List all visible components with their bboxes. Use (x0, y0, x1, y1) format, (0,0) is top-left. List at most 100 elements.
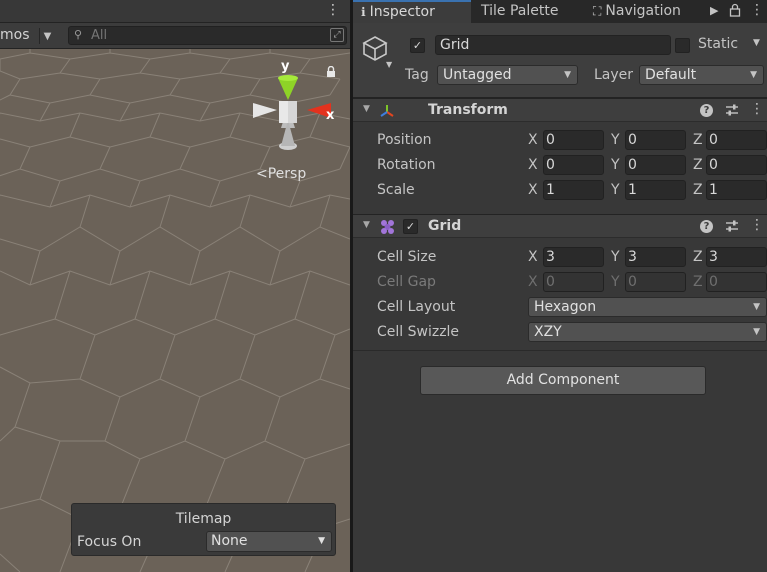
cell-size-z-field[interactable]: 3 (706, 247, 767, 267)
gizmos-dropdown-arrow-icon[interactable]: ▼ (39, 28, 55, 44)
tab-tile-palette[interactable]: Tile Palette (473, 0, 566, 23)
gameobject-header: ▼ ✓ Grid Static ▼ Tag Untagged ▼ Layer D… (353, 23, 767, 98)
cell-size-y-field[interactable]: 3 (625, 247, 686, 267)
position-z-field[interactable]: 0 (706, 130, 767, 150)
cell-swizzle-value: XZY (534, 324, 562, 340)
cell-gap-z-label: Z (693, 274, 703, 290)
help-icon[interactable]: ? (700, 220, 713, 233)
dropdown-arrow-icon: ▼ (753, 302, 760, 312)
position-z-label[interactable]: Z (693, 132, 703, 148)
scale-y-label[interactable]: Y (611, 182, 620, 198)
gizmos-button[interactable]: mos (0, 27, 30, 43)
rotation-y-label[interactable]: Y (611, 157, 620, 173)
scene-toolbar: ⋮ (0, 0, 350, 23)
cell-gap-x-label: X (528, 274, 538, 290)
cell-gap-x-field: 0 (543, 272, 604, 292)
scale-label: Scale (377, 182, 415, 198)
tab-inspector[interactable]: ℹ Inspector (353, 0, 471, 23)
rotation-label: Rotation (377, 157, 436, 173)
scale-z-field[interactable]: 1 (706, 180, 767, 200)
help-icon[interactable]: ? (700, 104, 713, 117)
scene-view[interactable]: ⋮ mos ▼ ⚲ ⤢ (0, 0, 350, 572)
y-axis-cone-icon (278, 78, 298, 100)
rotation-z-label[interactable]: Z (693, 157, 703, 173)
dropdown-arrow-icon: ▼ (753, 327, 760, 337)
position-label: Position (377, 132, 432, 148)
dropdown-arrow-icon: ▼ (318, 536, 325, 546)
more-tabs-icon[interactable]: ▶ (710, 4, 718, 17)
cell-gap-label: Cell Gap (377, 274, 436, 290)
position-x-field[interactable]: 0 (543, 130, 604, 150)
static-dropdown-arrow-icon[interactable]: ▼ (753, 38, 760, 48)
gameobject-name-field[interactable]: Grid (435, 35, 671, 55)
cell-layout-dropdown[interactable]: Hexagon ▼ (528, 297, 767, 317)
scale-y-field[interactable]: 1 (625, 180, 686, 200)
foldout-arrow-icon[interactable]: ▼ (363, 220, 370, 230)
projection-toggle[interactable]: <Persp (256, 166, 306, 182)
gizmo-lock-icon[interactable] (325, 66, 337, 78)
transform-component-header[interactable]: ▼ Transform ? ⋮ (353, 98, 767, 122)
tag-label: Tag (405, 67, 429, 83)
search-icon: ⚲ (74, 28, 83, 41)
foldout-arrow-icon[interactable]: ▼ (363, 104, 370, 114)
cell-size-x-label[interactable]: X (528, 249, 538, 265)
presets-icon[interactable] (725, 102, 739, 118)
component-divider (353, 350, 767, 351)
cell-swizzle-label: Cell Swizzle (377, 324, 460, 340)
inspector-menu-kebab-icon[interactable]: ⋮ (750, 3, 764, 17)
rotation-x-field[interactable]: 0 (543, 155, 604, 175)
tab-inspector-label: Inspector (369, 4, 435, 20)
cell-layout-value: Hexagon (534, 299, 597, 315)
gameobject-active-checkbox[interactable]: ✓ (410, 38, 425, 53)
grid-component-icon (381, 220, 394, 234)
icon-picker-arrow-icon[interactable]: ▼ (386, 60, 392, 69)
scale-x-field[interactable]: 1 (543, 180, 604, 200)
layer-dropdown[interactable]: Default ▼ (639, 65, 764, 85)
tilemap-overlay-panel: Tilemap Focus On None ▼ (71, 503, 336, 556)
scale-x-label[interactable]: X (528, 182, 538, 198)
cell-size-x-field[interactable]: 3 (543, 247, 604, 267)
cell-size-y-label[interactable]: Y (611, 249, 620, 265)
transform-icon (380, 105, 394, 117)
grid-component-header[interactable]: ▼ ✓ Grid ? ⋮ (353, 214, 767, 238)
search-mode-icon[interactable]: ⤢ (330, 28, 344, 42)
transform-title: Transform (428, 102, 508, 118)
tilemap-overlay-title: Tilemap (175, 511, 232, 527)
scene-search-input[interactable] (91, 27, 321, 44)
rotation-y-field[interactable]: 0 (625, 155, 686, 175)
tag-dropdown[interactable]: Untagged ▼ (437, 65, 578, 85)
scale-z-label[interactable]: Z (693, 182, 703, 198)
scene-search-box[interactable]: ⚲ ⤢ (68, 26, 347, 45)
cell-size-z-label[interactable]: Z (693, 249, 703, 265)
cell-gap-y-label: Y (611, 274, 620, 290)
cell-swizzle-dropdown[interactable]: XZY ▼ (528, 322, 767, 342)
component-menu-kebab-icon[interactable]: ⋮ (750, 102, 764, 116)
projection-label: Persp (267, 166, 307, 182)
component-menu-kebab-icon[interactable]: ⋮ (750, 218, 764, 232)
position-y-field[interactable]: 0 (625, 130, 686, 150)
neg-x-axis-cone-icon (253, 103, 277, 118)
position-x-label[interactable]: X (528, 132, 538, 148)
grid-title: Grid (428, 218, 462, 234)
focus-on-label: Focus On (77, 534, 142, 550)
static-checkbox[interactable] (675, 38, 690, 53)
tab-navigation[interactable]: ⛶ Navigation (585, 0, 689, 23)
scene-menu-kebab-icon[interactable]: ⋮ (326, 3, 340, 17)
inspector-lock-icon[interactable] (729, 3, 741, 17)
presets-icon[interactable] (725, 218, 739, 234)
grid-enabled-checkbox[interactable]: ✓ (403, 219, 418, 234)
projection-arrow-icon: < (256, 166, 268, 182)
rotation-z-field[interactable]: 0 (706, 155, 767, 175)
navigation-icon: ⛶ (593, 4, 602, 18)
info-icon: ℹ (361, 5, 366, 19)
dropdown-arrow-icon: ▼ (750, 70, 757, 80)
gameobject-cube-icon[interactable] (361, 34, 389, 62)
rotation-x-label[interactable]: X (528, 157, 538, 173)
focus-on-dropdown[interactable]: None ▼ (206, 531, 332, 552)
add-component-button[interactable]: Add Component (420, 366, 706, 395)
dropdown-arrow-icon: ▼ (564, 70, 571, 80)
tab-tile-palette-label: Tile Palette (481, 3, 559, 19)
inspector-window: ℹ Inspector Tile Palette ⛶ Navigation ▶ ⋮ … (353, 0, 767, 572)
position-y-label[interactable]: Y (611, 132, 620, 148)
inspector-tab-bar: ℹ Inspector Tile Palette ⛶ Navigation ▶ ⋮ (353, 0, 767, 23)
